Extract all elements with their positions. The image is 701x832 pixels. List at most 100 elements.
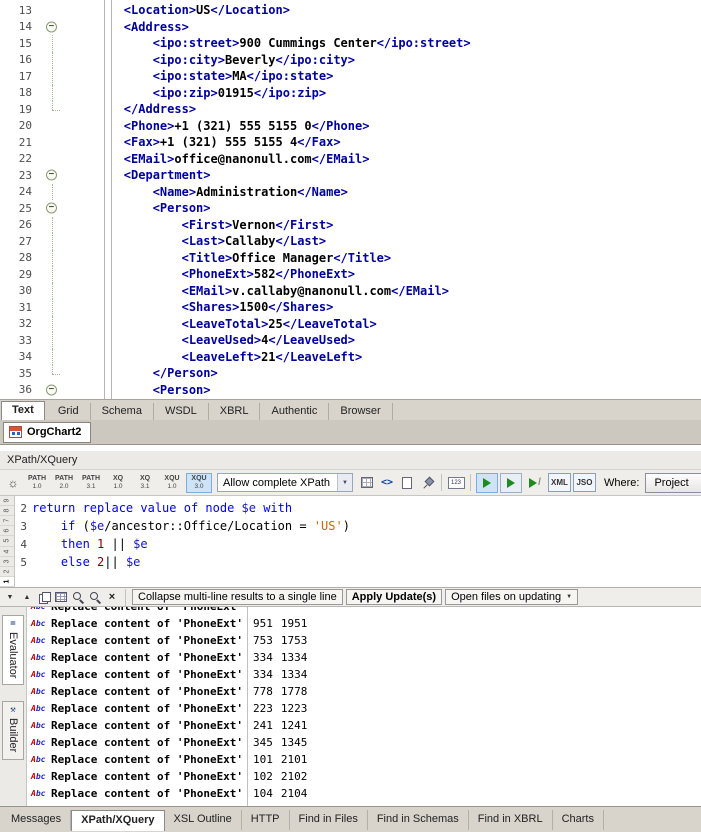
xml-code-line[interactable]: 27 <Last>Callaby</Last> [0, 233, 701, 250]
expression-slot-tab-4[interactable]: 4 [0, 547, 14, 557]
find-icon[interactable] [71, 590, 85, 604]
xml-code-line[interactable]: 31 <Shares>1500</Shares> [0, 299, 701, 316]
xml-source-icon[interactable]: <> [378, 474, 396, 492]
apply-updates-button[interactable]: Apply Update(s) [346, 589, 442, 605]
output-tab-find-in-xbrl[interactable]: Find in XBRL [469, 810, 553, 830]
result-row[interactable]: AbcReplace content of 'PhoneExt'2231223 [27, 700, 701, 717]
xml-code-line[interactable]: 23− <Department> [0, 167, 701, 184]
xquery-expression-editor[interactable]: 2return replace value of node $e with3 i… [15, 496, 701, 587]
xml-code-line[interactable]: 21 <Fax>+1 (321) 555 5155 4</Fax> [0, 134, 701, 151]
xml-code-line[interactable]: 29 <PhoneExt>582</PhoneExt> [0, 266, 701, 283]
fold-collapse-icon[interactable]: − [40, 382, 66, 399]
xquery-code-line[interactable]: 2return replace value of node $e with [15, 499, 701, 517]
result-row[interactable]: AbcReplace content of 'PhoneExt'1012101 [27, 751, 701, 768]
expression-slot-tab-1[interactable]: 1 [0, 577, 14, 587]
xml-code-line[interactable]: 34 <LeaveLeft>21</LeaveLeft> [0, 349, 701, 366]
expression-slot-tab-2[interactable]: 2 [0, 567, 14, 577]
expression-slot-tab-7[interactable]: 7 [0, 516, 14, 526]
xpath-version-button-path-2-0[interactable]: PATH2.0 [51, 473, 77, 493]
xml-editor[interactable]: 13 <Location>US</Location>14− <Address>1… [0, 0, 701, 399]
previous-result-icon[interactable]: ▲ [20, 590, 34, 604]
xml-code-line[interactable]: 35 </Person> [0, 365, 701, 382]
result-row[interactable]: AbcReplace content of 'PhoneExt'1042104 [27, 785, 701, 802]
output-tab-http[interactable]: HTTP [242, 810, 290, 830]
expression-slot-tab-5[interactable]: 5 [0, 536, 14, 546]
xpath-version-button-path-1-0[interactable]: PATH1.0 [24, 473, 50, 493]
xml-code-line[interactable]: 19 </Address> [0, 101, 701, 118]
xml-code-line[interactable]: 28 <Title>Office Manager</Title> [0, 250, 701, 267]
evaluate-all-button[interactable] [500, 473, 522, 493]
fold-collapse-icon[interactable]: − [40, 167, 66, 184]
result-row[interactable]: AbcReplace content of 'PhoneExt'3341334 [27, 649, 701, 666]
evaluate-button[interactable] [476, 473, 498, 493]
view-tab-xbrl[interactable]: XBRL [209, 403, 261, 420]
json-mode-button[interactable]: JSO [573, 473, 596, 492]
view-tab-schema[interactable]: Schema [91, 403, 154, 420]
xml-code-line[interactable]: 22 <EMail>office@nanonull.com</EMail> [0, 151, 701, 168]
xpath-version-button-xq-1-0[interactable]: XQ1.0 [105, 473, 131, 493]
output-tab-messages[interactable]: Messages [2, 810, 71, 830]
result-row[interactable]: AbcReplace content of 'PhoneExt'3451345 [27, 734, 701, 751]
settings-icon[interactable]: ☼ [4, 474, 22, 492]
xml-code-line[interactable]: 13 <Location>US</Location> [0, 2, 701, 19]
open-files-dropdown[interactable]: Open files on updating ▼ [445, 589, 578, 605]
xml-mode-button[interactable]: XML [548, 473, 571, 492]
result-row[interactable]: AbcReplace content of 'PhoneExt'7531753 [27, 632, 701, 649]
xpath-mode-dropdown[interactable]: Allow complete XPath ▼ [217, 473, 353, 492]
table-view-icon[interactable] [54, 590, 68, 604]
expression-slot-tab-3[interactable]: 3 [0, 557, 14, 567]
result-row[interactable]: AbcReplace content of 'PhoneExt'2411241 [27, 717, 701, 734]
view-tab-grid[interactable]: Grid [47, 403, 91, 420]
xquery-code-line[interactable]: 5 else 2|| $e [15, 553, 701, 571]
xml-code-line[interactable]: 18 <ipo:zip>01915</ipo:zip> [0, 85, 701, 102]
xpath-version-button-xqu-1-0[interactable]: XQU1.0 [159, 473, 185, 493]
result-row[interactable]: AbcReplace content of 'PhoneExt' [27, 607, 701, 615]
xpath-version-button-path-3-1[interactable]: PATH3.1 [78, 473, 104, 493]
output-tab-find-in-files[interactable]: Find in Files [290, 810, 368, 830]
view-tab-browser[interactable]: Browser [329, 403, 392, 420]
xquery-code-line[interactable]: 3 if ($e/ancestor::Office/Location = 'US… [15, 517, 701, 535]
xpath-version-button-xqu-3-0[interactable]: XQU3.0 [186, 473, 212, 493]
xml-code-line[interactable]: 20 <Phone>+1 (321) 555 5155 0</Phone> [0, 118, 701, 135]
output-tab-xsl-outline[interactable]: XSL Outline [165, 810, 242, 830]
pin-results-icon[interactable] [418, 474, 436, 492]
xml-code-line[interactable]: 32 <LeaveTotal>25</LeaveTotal> [0, 316, 701, 333]
scope-project-button[interactable]: Project [645, 473, 701, 493]
fold-collapse-icon[interactable]: − [40, 200, 66, 217]
output-tab-find-in-schemas[interactable]: Find in Schemas [368, 810, 469, 830]
debug-button[interactable]: / [524, 473, 546, 493]
xml-code-line[interactable]: 25− <Person> [0, 200, 701, 217]
clear-results-icon[interactable]: × [105, 590, 119, 604]
grid-options-icon[interactable] [358, 474, 376, 492]
output-tab-xpath-xquery[interactable]: XPath/XQuery [71, 810, 164, 831]
xpath-version-button-xq-3-1[interactable]: XQ3.1 [132, 473, 158, 493]
expression-slot-tab-8[interactable]: 8 [0, 506, 14, 516]
fold-collapse-icon[interactable]: − [40, 19, 66, 36]
collapse-results-button[interactable]: Collapse multi-line results to a single … [132, 589, 343, 605]
result-row[interactable]: AbcReplace content of 'PhoneExt'3341334 [27, 666, 701, 683]
side-tab-builder[interactable]: ⚒Builder [2, 701, 24, 759]
view-tab-wsdl[interactable]: WSDL [154, 403, 209, 420]
output-tab-charts[interactable]: Charts [553, 810, 604, 830]
view-tab-text[interactable]: Text [1, 401, 45, 420]
xml-code-line[interactable]: 14− <Address> [0, 19, 701, 36]
result-row[interactable]: AbcReplace content of 'PhoneExt'1022102 [27, 768, 701, 785]
xml-code-line[interactable]: 17 <ipo:state>MA</ipo:state> [0, 68, 701, 85]
xml-code-line[interactable]: 36− <Person> [0, 382, 701, 399]
result-row[interactable]: AbcReplace content of 'PhoneExt'9511951 [27, 615, 701, 632]
copy-icon[interactable] [37, 590, 51, 604]
results-list[interactable]: AbcReplace content of 'PhoneExt'AbcRepla… [27, 607, 701, 806]
result-row[interactable]: AbcReplace content of 'PhoneExt'7781778 [27, 683, 701, 700]
xml-code-line[interactable]: 33 <LeaveUsed>4</LeaveUsed> [0, 332, 701, 349]
xml-code-line[interactable]: 30 <EMail>v.callaby@nanonull.com</EMail> [0, 283, 701, 300]
new-document-icon[interactable] [398, 474, 416, 492]
xml-code-line[interactable]: 26 <First>Vernon</First> [0, 217, 701, 234]
xquery-code-line[interactable]: 4 then 1 || $e [15, 535, 701, 553]
expression-slot-tab-9[interactable]: 9 [0, 496, 14, 506]
next-result-icon[interactable]: ▼ [3, 590, 17, 604]
xml-code-line[interactable]: 15 <ipo:street>900 Cummings Center</ipo:… [0, 35, 701, 52]
xml-code-line[interactable]: 16 <ipo:city>Beverly</ipo:city> [0, 52, 701, 69]
xml-code-line[interactable]: 24 <Name>Administration</Name> [0, 184, 701, 201]
expression-slot-tab-6[interactable]: 6 [0, 526, 14, 536]
file-tab-orgchart2[interactable]: OrgChart2 [3, 422, 91, 443]
